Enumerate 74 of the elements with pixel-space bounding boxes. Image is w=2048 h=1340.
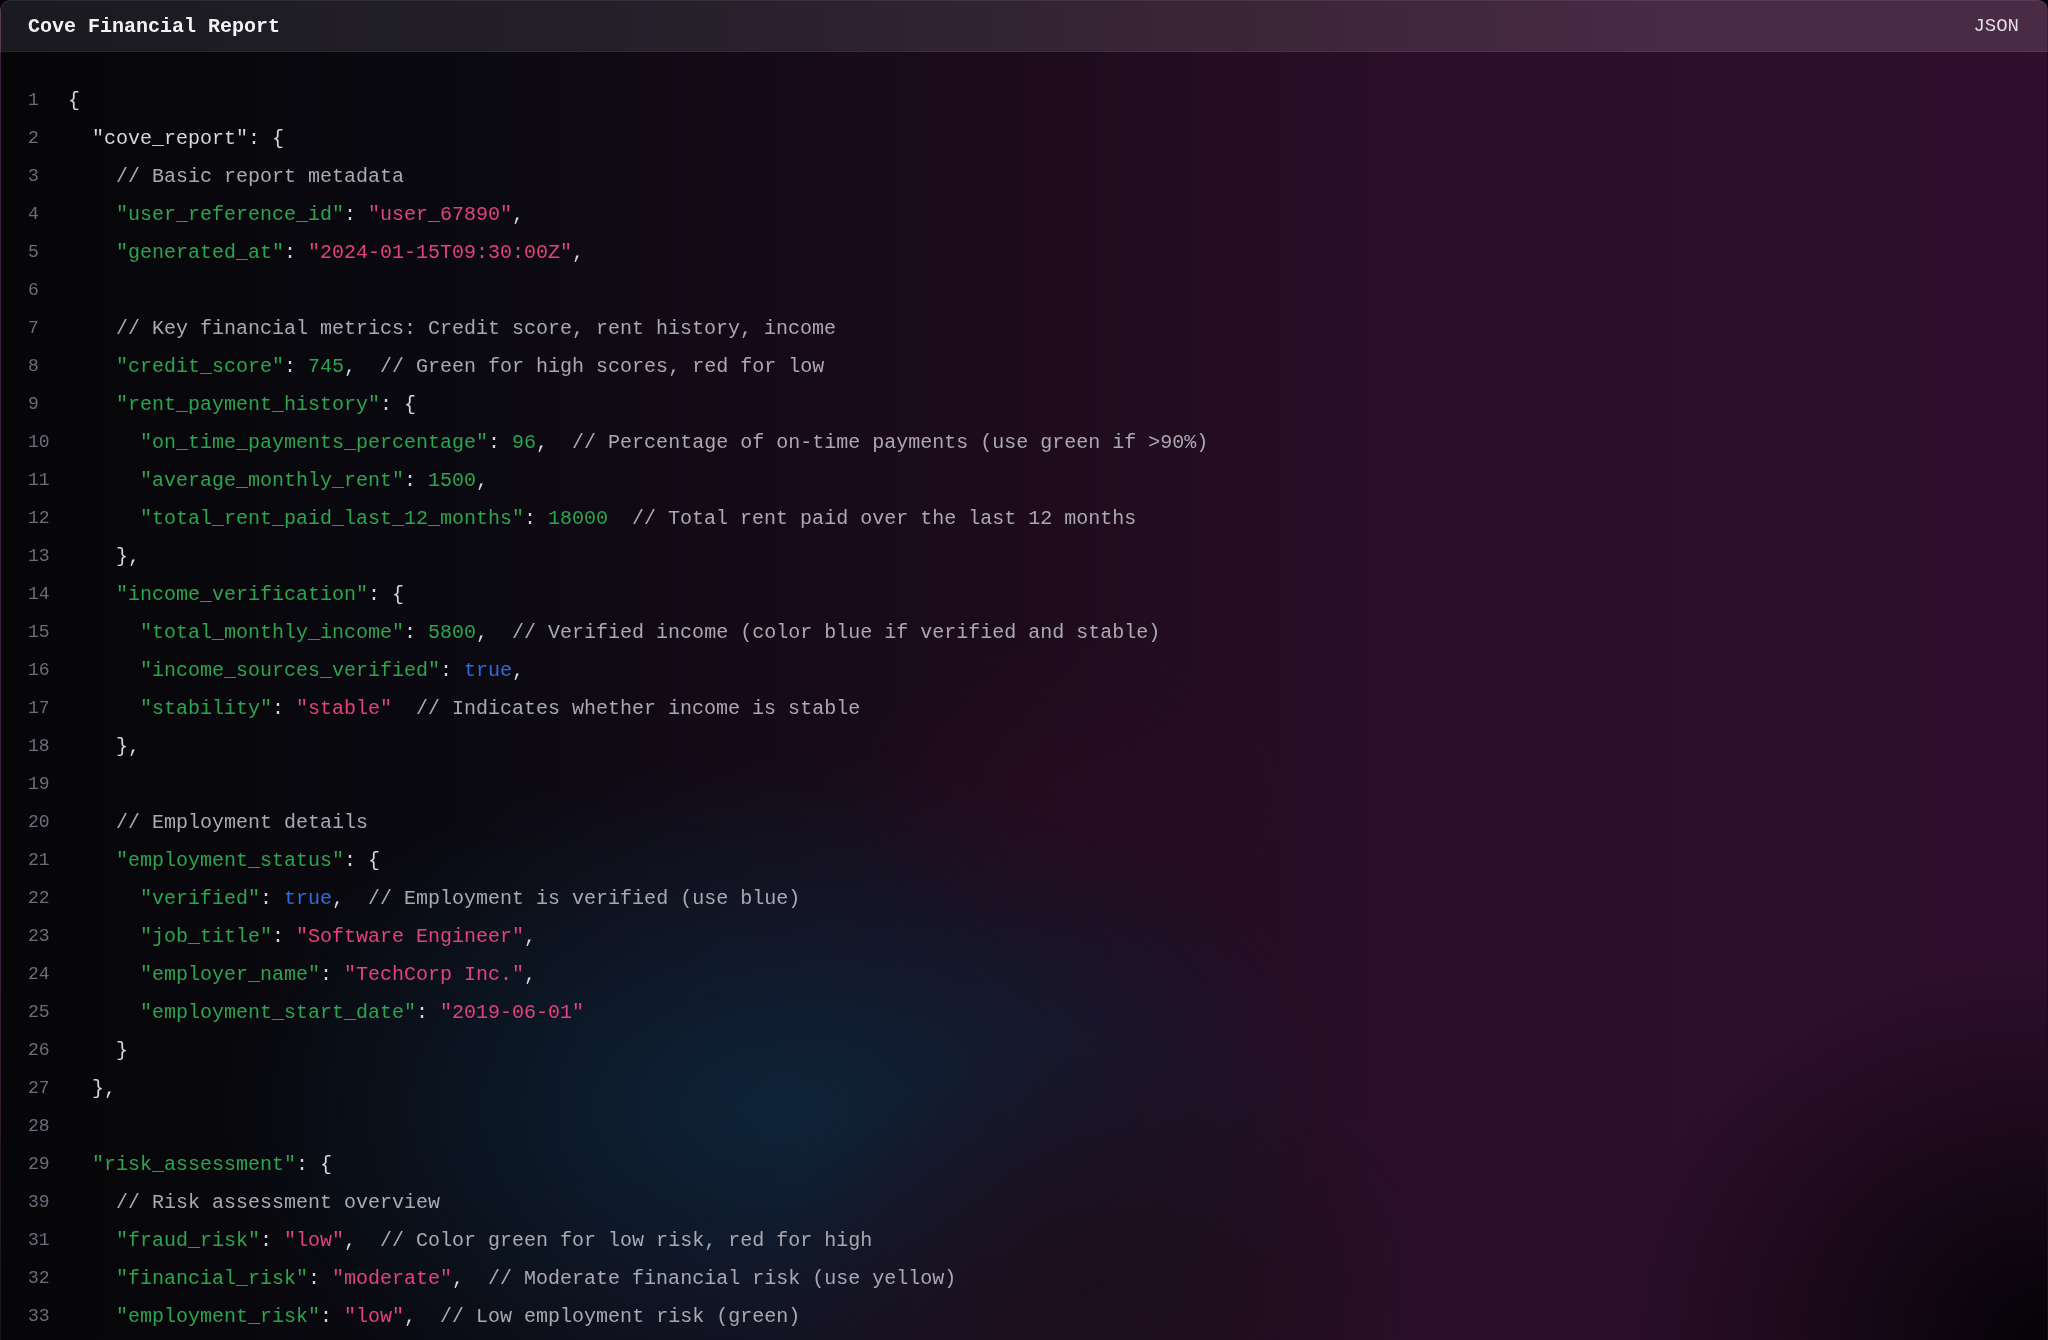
line-number: 10 bbox=[28, 432, 51, 452]
code-comment: // Basic report metadata bbox=[116, 164, 405, 188]
code-line: "on_time_payments_percentage": 96, bbox=[140, 430, 549, 454]
code-comment: // Employment details bbox=[116, 810, 369, 834]
line-number: 23 bbox=[28, 926, 51, 946]
language-label: JSON bbox=[1973, 15, 2019, 37]
code-line: "financial_risk": "moderate", bbox=[116, 1266, 465, 1290]
code-line: "employment_start_date": "2019-06-01" bbox=[140, 1000, 585, 1024]
code-line: "income_sources_verified": true, bbox=[140, 658, 525, 682]
code-comment: // Low employment risk (green) bbox=[440, 1304, 801, 1328]
line-number: 17 bbox=[28, 698, 51, 718]
code-line: { bbox=[68, 88, 80, 112]
line-number: 14 bbox=[28, 584, 51, 604]
line-number: 21 bbox=[28, 850, 51, 870]
code-comment: // Key financial metrics: Credit score, rent history, income bbox=[116, 316, 837, 340]
line-number: 31 bbox=[28, 1230, 51, 1250]
line-number: 19 bbox=[28, 774, 51, 794]
code-line: "stability": "stable" bbox=[140, 696, 393, 720]
line-number: 9 bbox=[28, 394, 40, 414]
line-number: 29 bbox=[28, 1154, 51, 1174]
code-line: "job_title": "Software Engineer", bbox=[140, 924, 537, 948]
code-line: "risk_assessment": { bbox=[92, 1152, 333, 1176]
line-number: 28 bbox=[28, 1116, 51, 1136]
code-line: "employment_risk": "low", bbox=[116, 1304, 417, 1328]
line-number: 8 bbox=[28, 356, 40, 376]
code-line: "total_rent_paid_last_12_months": 18000 bbox=[140, 506, 609, 530]
code-line: "verified": true, bbox=[140, 886, 345, 910]
code-line: }, bbox=[116, 734, 140, 758]
line-number: 32 bbox=[28, 1268, 51, 1288]
line-number: 26 bbox=[28, 1040, 51, 1060]
code-line: "credit_score": 745, bbox=[116, 354, 357, 378]
code-comment: // Green for high scores, red for low bbox=[380, 354, 825, 378]
code-comment: // Employment is verified (use blue) bbox=[368, 886, 801, 910]
line-number: 5 bbox=[28, 242, 40, 262]
line-number: 22 bbox=[28, 888, 51, 908]
code-line: "cove_report": { bbox=[92, 126, 285, 150]
line-number: 7 bbox=[28, 318, 40, 338]
line-number: 24 bbox=[28, 964, 51, 984]
window-title: Cove Financial Report bbox=[28, 14, 281, 38]
code-line: }, bbox=[116, 544, 140, 568]
line-number: 18 bbox=[28, 736, 51, 756]
code-line: "rent_payment_history": { bbox=[116, 392, 417, 416]
code-line: "income_verification": { bbox=[116, 582, 405, 606]
code-comment: // Percentage of on-time payments (use green if >90%) bbox=[572, 430, 1209, 454]
code-line: "total_monthly_income": 5800, bbox=[140, 620, 489, 644]
code-line: "generated_at": "2024-01-15T09:30:00Z", bbox=[116, 240, 585, 264]
line-number: 12 bbox=[28, 508, 51, 528]
code-line: "employer_name": "TechCorp Inc.", bbox=[140, 962, 537, 986]
code-line: }, bbox=[92, 1076, 116, 1100]
line-number: 6 bbox=[28, 280, 40, 300]
line-number: 3 bbox=[28, 166, 40, 186]
code-comment: // Color green for low risk, red for high bbox=[380, 1228, 873, 1252]
line-number: 20 bbox=[28, 812, 51, 832]
line-number: 11 bbox=[28, 470, 51, 490]
code-comment: // Total rent paid over the last 12 months bbox=[632, 506, 1137, 530]
line-number: 39 bbox=[28, 1192, 51, 1212]
line-number: 4 bbox=[28, 204, 40, 224]
line-number: 16 bbox=[28, 660, 51, 680]
line-number: 25 bbox=[28, 1002, 51, 1022]
line-number: 33 bbox=[28, 1306, 51, 1326]
line-number: 13 bbox=[28, 546, 51, 566]
code-line: "employment_status": { bbox=[116, 848, 381, 872]
line-number: 2 bbox=[28, 128, 40, 148]
code-comment: // Moderate financial risk (use yellow) bbox=[488, 1266, 957, 1290]
code-line: "fraud_risk": "low", bbox=[116, 1228, 357, 1252]
code-line: "average_monthly_rent": 1500, bbox=[140, 468, 489, 492]
code-comment: // Indicates whether income is stable bbox=[416, 696, 861, 720]
line-number: 27 bbox=[28, 1078, 51, 1098]
line-number: 15 bbox=[28, 622, 51, 642]
code-comment: // Verified income (color blue if verified and stable) bbox=[512, 620, 1161, 644]
line-number: 1 bbox=[28, 90, 40, 110]
code-line: } bbox=[116, 1038, 128, 1062]
code-comment: // Risk assessment overview bbox=[116, 1190, 441, 1214]
code-line: "user_reference_id": "user_67890", bbox=[116, 202, 525, 226]
